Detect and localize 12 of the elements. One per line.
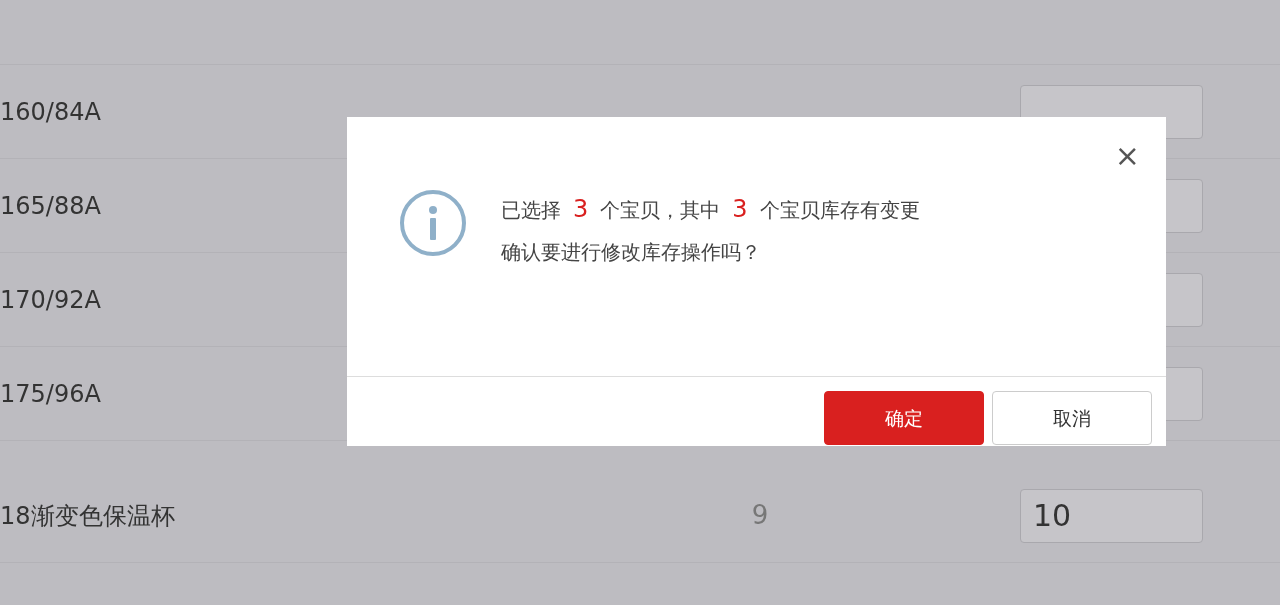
info-icon (399, 189, 467, 257)
size-label: 18渐变色保温杯 (0, 501, 175, 530)
cancel-button[interactable]: 取消 (992, 391, 1152, 445)
size-label: 165/88A (0, 191, 101, 220)
message-text: 已选择 3 个宝贝，其中 3 个宝贝库存有变更 (501, 194, 920, 225)
confirm-button[interactable]: 确定 (824, 391, 984, 445)
size-label: 175/96A (0, 379, 101, 408)
size-label: 170/92A (0, 285, 101, 314)
stock-count: 9 (751, 499, 769, 532)
message-text: 确认要进行修改库存操作吗？ (501, 239, 762, 266)
size-label: 160/84A (0, 97, 101, 126)
stock-input[interactable]: 10 (1020, 488, 1203, 543)
